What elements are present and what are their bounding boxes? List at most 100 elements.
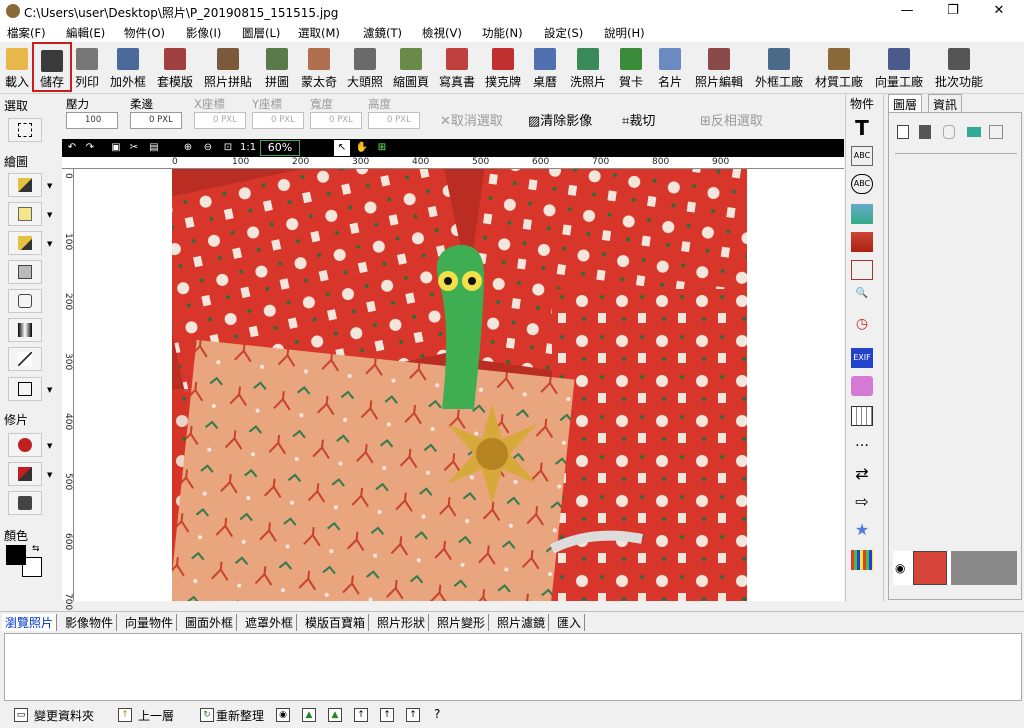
refresh-icon[interactable]: ↻ [200,708,214,722]
shape-tool[interactable]: ▼ [8,377,52,401]
sort-asc-icon[interactable]: ▲ [302,708,316,722]
menu-image[interactable]: 影像(I) [186,25,221,41]
cancel-selection-button[interactable]: ✕取消選取 [440,110,503,129]
text-box-icon[interactable]: ABC [851,146,873,166]
star-icon[interactable]: ★ [851,520,873,540]
pressure-input[interactable]: 100 [66,112,118,129]
pointer-icon[interactable]: ↖ [334,140,350,156]
gradient-tool[interactable] [8,318,42,342]
height-input[interactable]: 0 PXL [368,112,420,129]
minimize-button[interactable]: — [884,0,930,22]
vector-factory-button[interactable]: 向量工廠 [870,42,928,92]
up-level-button[interactable]: 上一層 [138,707,174,724]
image-object-icon[interactable] [851,204,873,224]
people-cutout-tool[interactable] [8,491,42,515]
undo-icon[interactable]: ↶ [64,140,80,156]
texture-factory-button[interactable]: 材質工廠 [810,42,868,92]
menu-select[interactable]: 選取(M) [298,25,340,41]
layer-props-icon[interactable] [989,125,1003,139]
menu-layer[interactable]: 圖層(L) [242,25,280,41]
retouch-brush-tool[interactable]: ▼ [8,462,52,486]
menu-edit[interactable]: 編輯(E) [66,25,105,41]
fit-icon[interactable]: ⊡ [220,140,236,156]
collage-button[interactable]: 照片拼貼 [199,42,257,92]
tab-image-objects[interactable]: 影像物件 [62,614,118,631]
calendar-button[interactable]: 桌曆 [527,42,563,92]
tab-browse-photos[interactable]: 瀏覽照片 [2,614,58,631]
view-eye-icon[interactable]: ◉ [276,708,290,722]
redo-icon[interactable]: ↷ [82,140,98,156]
copy-icon[interactable]: ▣ [108,140,124,156]
tab-layers[interactable]: 圖層 [888,94,923,112]
photo-edit-button[interactable]: 照片編輯 [690,42,748,92]
image-layer-icon[interactable] [967,127,981,137]
x-coord-input[interactable]: 0 PXL [194,112,246,129]
menu-object[interactable]: 物件(O) [124,25,165,41]
menu-filter[interactable]: 濾鏡(T) [363,25,402,41]
help-icon[interactable]: ? [434,707,440,721]
lock-icon[interactable] [943,125,955,139]
clear-image-button[interactable]: ▨清除影像 [528,110,592,129]
cake-icon[interactable] [851,376,873,396]
paste-icon[interactable]: ▤ [146,140,162,156]
template-button[interactable]: 套模版 [152,42,198,92]
feather-input[interactable]: 0 PXL [130,112,182,129]
text-object-icon[interactable]: T [851,116,873,140]
invert-selection-button[interactable]: ⊞反相選取 [700,110,763,129]
zoom-level[interactable]: 60% [260,140,300,156]
puzzle-button[interactable]: 拼圖 [259,42,295,92]
zoom-out-icon[interactable]: ⊖ [200,140,216,156]
pencil-tool[interactable]: ▼ [8,231,52,255]
menu-settings[interactable]: 設定(S) [544,25,583,41]
round-text-icon[interactable]: ABC [851,174,873,194]
magnifier-icon[interactable]: 🔍 [851,288,873,308]
batch-button[interactable]: 批次功能 [930,42,988,92]
menu-view[interactable]: 檢視(V) [422,25,462,41]
y-coord-input[interactable]: 0 PXL [252,112,304,129]
print-button[interactable]: 列印 [72,42,102,92]
layer-copy-icon[interactable] [851,260,873,280]
print-photo-button[interactable]: 洗照片 [565,42,611,92]
eraser-tool[interactable]: ▼ [8,202,52,226]
folder-icon[interactable]: ▭ [14,708,28,722]
eyedropper-tool[interactable] [8,347,42,371]
fill-tool[interactable] [8,289,42,313]
brush-tool[interactable]: ▼ [8,173,52,197]
cut-icon[interactable]: ✂ [126,140,142,156]
tab-info[interactable]: 資訊 [928,94,963,112]
select-move-icon[interactable]: ⊞ [374,140,390,156]
maximize-button[interactable]: ❐ [930,0,976,22]
pattern-icon[interactable] [851,550,873,570]
eye-visible-icon[interactable]: ◉ [895,561,905,575]
tab-photo-shape[interactable]: 照片形狀 [374,614,430,631]
width-input[interactable]: 0 PXL [310,112,362,129]
id-photo-button[interactable]: 大頭照 [342,42,388,92]
frame-factory-button[interactable]: 外框工廠 [750,42,808,92]
save-button[interactable]: 儲存 [32,42,72,92]
actual-size-icon[interactable]: 1:1 [240,140,256,156]
clock-icon[interactable]: ◷ [851,316,873,336]
arrow-right-icon[interactable]: ⇨ [851,492,873,512]
swap-colors-icon[interactable]: ⇆ [32,544,40,554]
hand-icon[interactable]: ✋ [354,140,370,156]
picture-object-icon[interactable] [851,232,873,252]
calendar-grid-icon[interactable] [851,406,873,426]
arrows-icon[interactable]: ⇄ [851,464,873,484]
photo-browser[interactable] [4,633,1022,701]
change-folder-button[interactable]: 變更資料夾 [34,707,94,724]
stamp-tool[interactable] [8,260,42,284]
photo-image[interactable] [172,169,747,601]
close-button[interactable]: ✕ [976,0,1022,22]
tab-vector-objects[interactable]: 向量物件 [122,614,178,631]
foreground-color-swatch[interactable] [6,545,26,565]
montage-button[interactable]: 蒙太奇 [296,42,342,92]
refresh-button[interactable]: 重新整理 [216,707,264,724]
greeting-card-button[interactable]: 賀卡 [613,42,649,92]
tab-import[interactable]: 匯入 [554,614,586,631]
sort-3-icon[interactable]: ↑ [406,708,420,722]
rect-select-tool[interactable] [8,118,42,142]
tab-mask-frame[interactable]: 遮罩外框 [242,614,298,631]
load-button[interactable]: 載入 [2,42,32,92]
layer-row[interactable]: ◉ [893,551,1017,585]
tab-photo-warp[interactable]: 照片變形 [434,614,490,631]
